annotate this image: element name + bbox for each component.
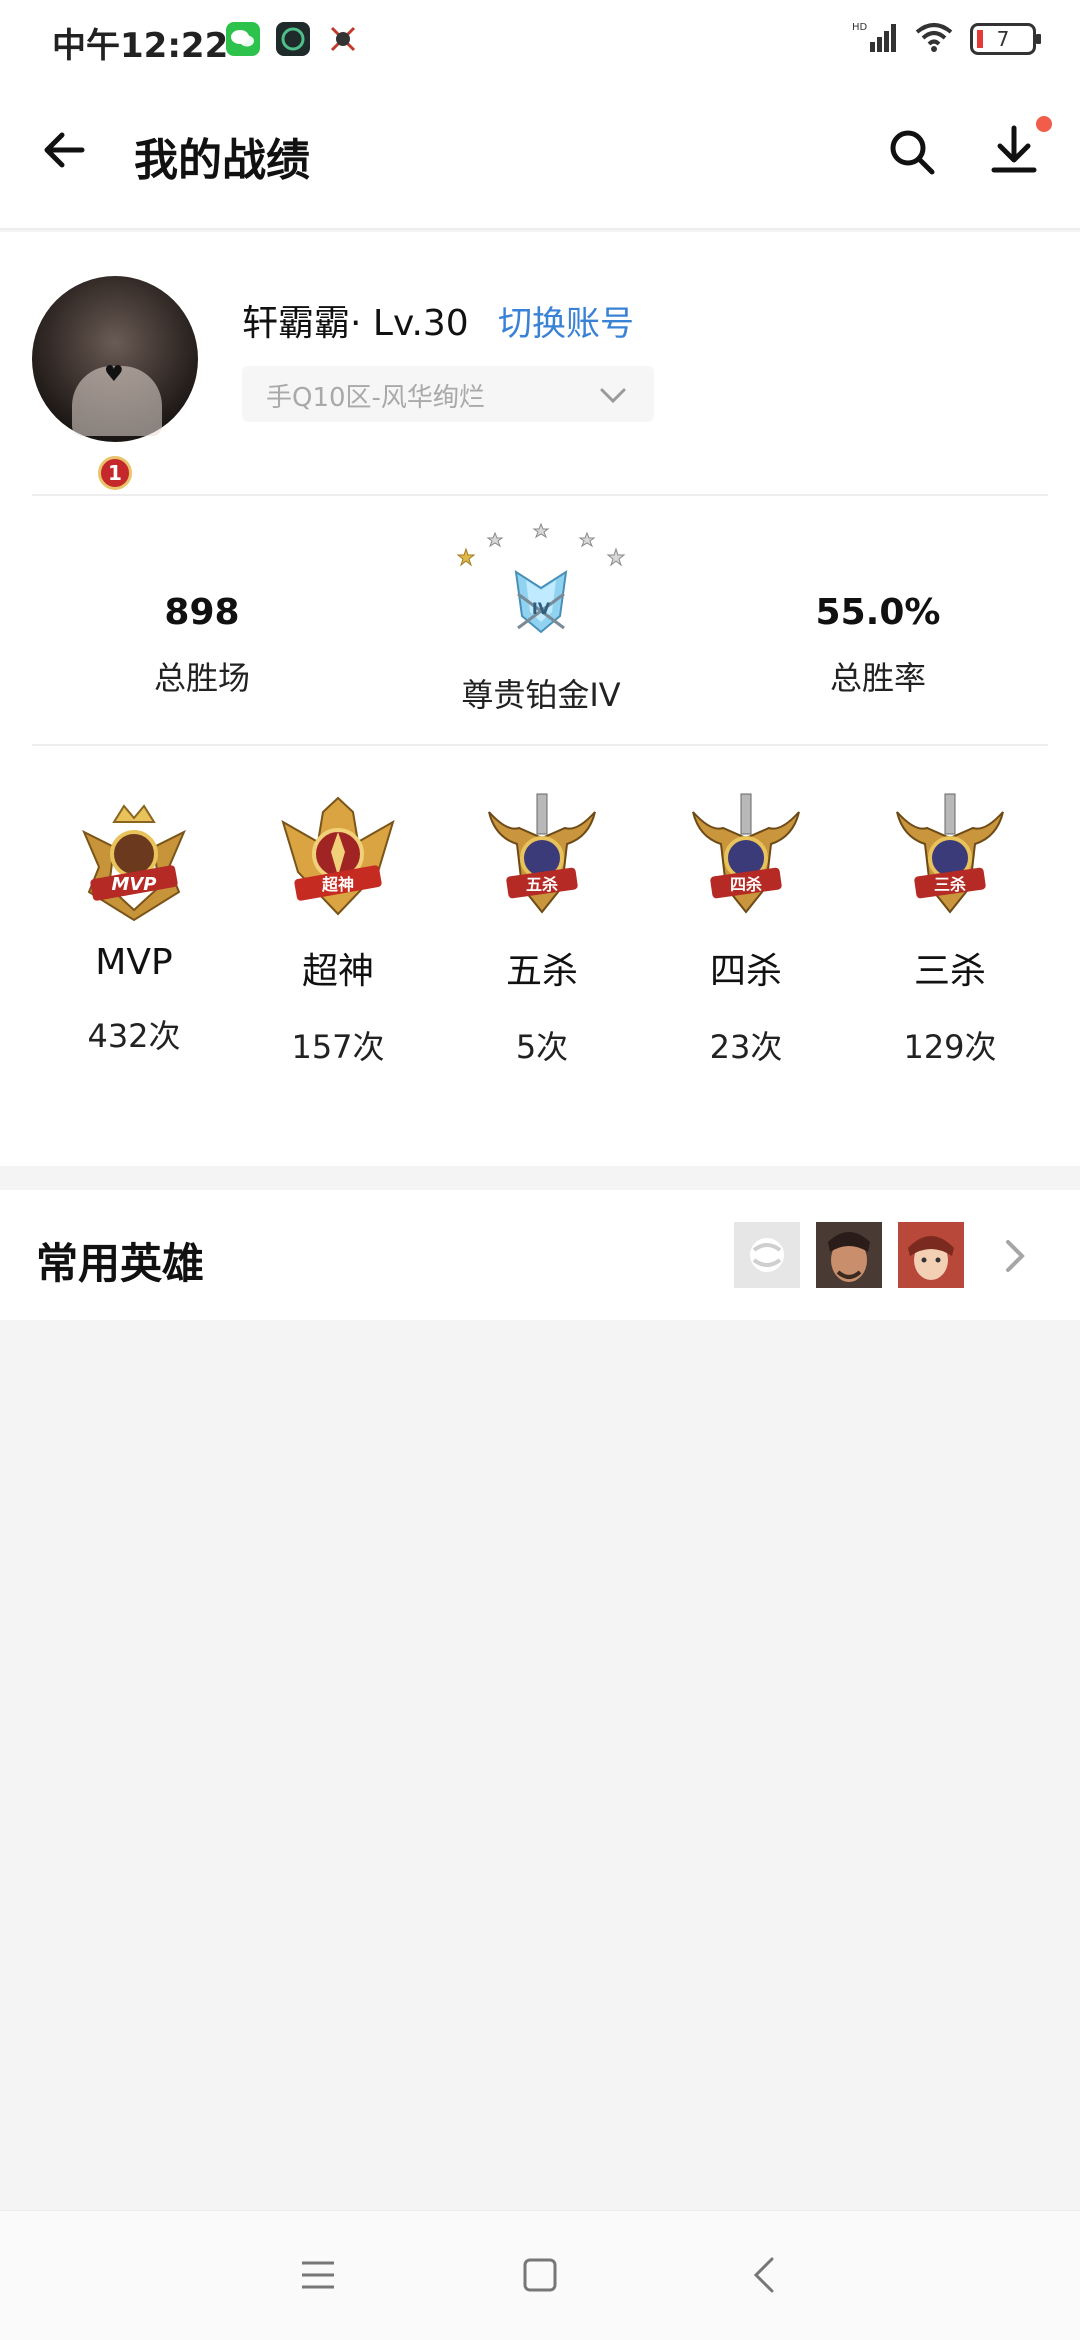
app-icon: [276, 22, 310, 56]
back-arrow-icon: [44, 132, 85, 168]
hero-avatar-2[interactable]: [898, 1222, 964, 1288]
medal-name: 三杀: [913, 951, 986, 992]
win-rate-label: 总胜率: [829, 659, 926, 697]
page-title: 我的战绩: [134, 135, 310, 186]
app-header: 我的战绩: [0, 80, 1080, 230]
quadra-kill-medal-icon: 四杀: [692, 793, 800, 914]
search-button[interactable]: [884, 124, 940, 180]
status-time: 中午12:22: [52, 26, 229, 66]
medal-name: 五杀: [505, 951, 578, 992]
heart-pendant-icon: ♥: [104, 362, 124, 387]
medal-badge-text: 超神: [321, 875, 354, 894]
win-rate-stat: 55.0% 总胜率: [778, 592, 978, 699]
medal-badge-text: 四杀: [730, 875, 762, 894]
medal-badge-text: MVP: [111, 874, 156, 895]
hero-avatar-1[interactable]: [816, 1222, 882, 1288]
total-wins-label: 总胜场: [153, 659, 250, 697]
avatar-rank-badge: 1: [98, 456, 132, 490]
battery-level-bar: [977, 30, 983, 48]
server-select[interactable]: 手Q10区-风华绚烂: [242, 366, 654, 422]
profile-card: ♥ 1 轩霸霸· Lv.30 切换账号 手Q10区-风华绚烂 898 总胜场 I…: [0, 232, 1080, 1166]
download-button[interactable]: [984, 116, 1052, 180]
win-rate-value: 55.0%: [815, 592, 941, 633]
divider: [32, 494, 1048, 496]
rank-star: [606, 547, 626, 567]
medal-legendary[interactable]: 超神 超神 157次: [248, 792, 428, 1068]
medal-count: 23次: [709, 1028, 783, 1066]
platinum-emblem-icon: IV: [514, 569, 568, 634]
home-icon[interactable]: [518, 2253, 562, 2297]
network-type: HD: [852, 22, 868, 33]
mvp-medal-icon: MVP: [82, 804, 186, 922]
medal-badge-text: 五杀: [526, 875, 558, 894]
signal-icon: HD: [852, 20, 898, 58]
rank-star: [578, 531, 596, 548]
back-nav-icon[interactable]: [744, 2253, 788, 2297]
hero-placeholder-icon[interactable]: [734, 1222, 800, 1288]
medal-penta-kill[interactable]: 五杀 五杀 5次: [452, 792, 632, 1068]
medal-name: 四杀: [709, 951, 782, 992]
system-nav-bar: [0, 2210, 1080, 2340]
legendary-medal-icon: 超神: [281, 796, 395, 916]
wechat-icon: [226, 22, 260, 56]
medal-mvp[interactable]: MVP MVP 432次: [44, 792, 224, 1057]
rank-stars-icon: [456, 522, 626, 567]
total-wins-value: 898: [164, 592, 240, 633]
avatar[interactable]: ♥ 1: [32, 276, 198, 490]
notification-dot: [1036, 116, 1052, 132]
medal-badge-text: 三杀: [934, 875, 966, 894]
rank-star: [486, 531, 504, 548]
download-icon: [991, 125, 1037, 173]
search-icon: [890, 130, 935, 175]
status-indicators: HD 7: [852, 20, 1041, 58]
medal-triple-kill[interactable]: 三杀 三杀 129次: [860, 792, 1040, 1068]
wifi-icon: [914, 20, 954, 58]
penta-kill-medal-icon: 五杀: [488, 793, 596, 914]
game-icon: [326, 22, 360, 56]
battery-icon: 7: [970, 23, 1041, 55]
rank-emblem[interactable]: IV: [456, 520, 626, 650]
battery-level: 7: [996, 27, 1010, 51]
chevron-down-icon: [600, 388, 626, 404]
medal-quadra-kill[interactable]: 四杀 四杀 23次: [656, 792, 836, 1068]
switch-account-link[interactable]: 切换账号: [498, 296, 634, 345]
status-bar: 中午12:22 HD 7: [0, 0, 1080, 80]
rank-emblem-text: IV: [532, 599, 551, 618]
medal-count: 157次: [291, 1028, 385, 1066]
player-name: 轩霸霸· Lv.30: [242, 303, 469, 344]
rank-tier-label: 尊贵铂金IV: [461, 676, 621, 714]
medal-count: 129次: [903, 1028, 997, 1066]
menu-icon[interactable]: [296, 2253, 340, 2297]
medal-name: 超神: [301, 951, 374, 992]
total-wins-stat: 898 总胜场: [102, 592, 302, 699]
chevron-right-icon: [1006, 1240, 1025, 1272]
medal-count: 432次: [87, 1017, 181, 1055]
divider: [32, 744, 1048, 746]
server-value: 手Q10区-风华绚烂: [266, 383, 485, 413]
back-button[interactable]: [38, 122, 94, 178]
rank-star: [456, 547, 476, 567]
frequent-heroes-row[interactable]: 常用英雄: [0, 1190, 1080, 1320]
medal-count: 5次: [515, 1028, 569, 1066]
rank-star: [532, 522, 550, 539]
frequent-heroes-title: 常用英雄: [36, 1239, 205, 1288]
medal-name: MVP: [95, 942, 173, 983]
triple-kill-medal-icon: 三杀: [896, 793, 1004, 914]
